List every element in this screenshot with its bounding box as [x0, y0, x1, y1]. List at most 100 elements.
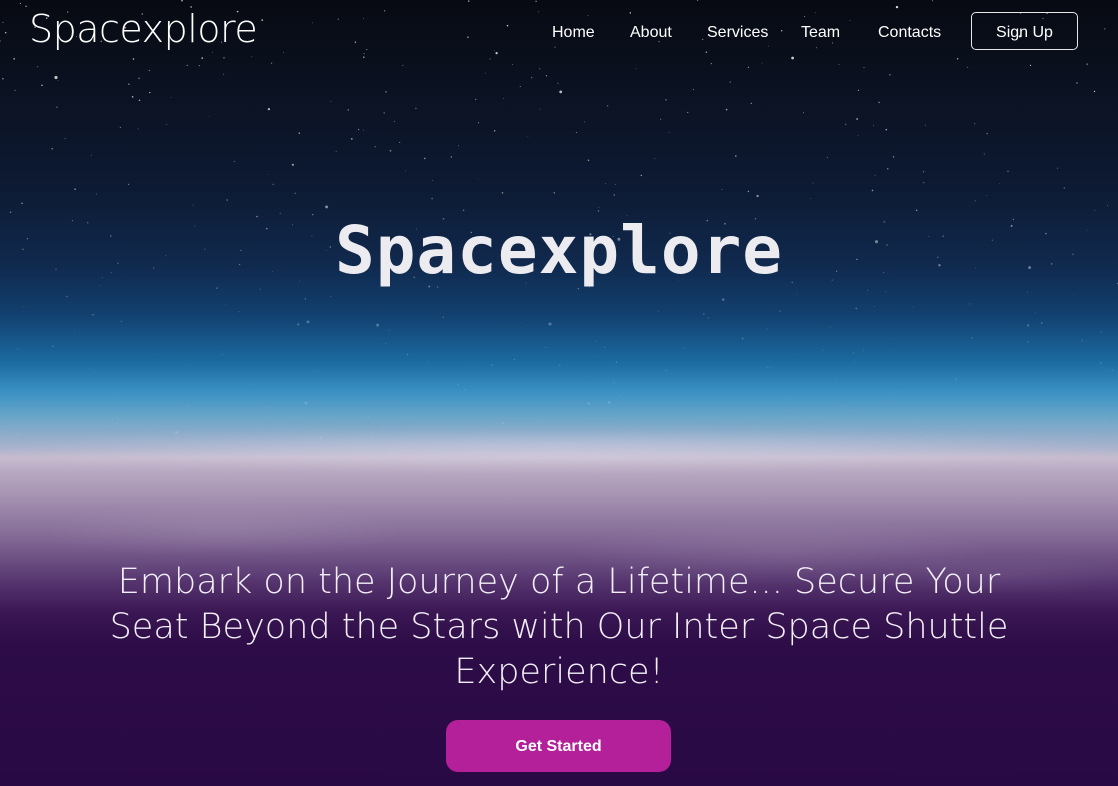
star [389, 149, 392, 152]
star [686, 358, 688, 359]
star [796, 293, 798, 295]
star [725, 108, 728, 111]
star [896, 389, 898, 392]
star [120, 320, 123, 323]
sign-up-button[interactable]: Sign Up [971, 12, 1078, 50]
nav-link-home[interactable]: Home [552, 22, 595, 44]
star [155, 354, 157, 356]
star [1076, 82, 1078, 84]
star [553, 192, 556, 194]
star [484, 72, 486, 74]
star [922, 171, 925, 173]
star [335, 150, 337, 152]
star [687, 111, 689, 113]
star [304, 297, 307, 300]
star [845, 123, 847, 125]
star [374, 146, 376, 148]
star [853, 361, 855, 363]
star [471, 361, 473, 363]
star [399, 141, 401, 143]
star [862, 349, 864, 351]
star [665, 369, 668, 372]
get-started-button[interactable]: Get Started [446, 720, 671, 772]
star [2, 78, 4, 80]
star [491, 364, 494, 366]
star [857, 89, 860, 91]
star [1007, 170, 1009, 172]
star [92, 314, 94, 316]
star [224, 304, 226, 306]
star [385, 343, 387, 345]
star [186, 404, 189, 406]
star [1027, 340, 1029, 343]
hero-title: Spacexplore [334, 212, 784, 289]
star [405, 170, 406, 172]
star [266, 406, 268, 409]
star [249, 384, 251, 385]
star [788, 409, 791, 412]
star [457, 383, 459, 386]
star [657, 311, 659, 312]
navbar: Spacexplore Home About Services Team Con… [0, 0, 1118, 66]
star [654, 157, 656, 159]
star [52, 345, 54, 347]
brand-logo[interactable]: Spacexplore [29, 6, 258, 52]
star [589, 376, 591, 377]
star [477, 122, 480, 124]
star [66, 295, 68, 298]
star [735, 155, 737, 157]
star [90, 367, 92, 370]
nav-link-services[interactable]: Services [707, 22, 768, 44]
star [598, 207, 600, 208]
star [383, 112, 385, 114]
star [683, 347, 685, 349]
star [385, 91, 387, 93]
star [503, 98, 504, 99]
star [423, 378, 424, 380]
star [1093, 90, 1096, 93]
star [779, 310, 781, 312]
star [291, 163, 294, 166]
star [999, 183, 1000, 184]
star [545, 346, 547, 348]
star [138, 77, 140, 79]
star [970, 337, 973, 339]
nav-link-about[interactable]: About [630, 22, 672, 44]
star [457, 145, 459, 147]
star [974, 200, 976, 202]
star [1081, 338, 1083, 340]
star [1073, 294, 1075, 296]
star [607, 105, 609, 107]
star [306, 320, 310, 324]
hero-tagline: Embark on the Journey of a Lifetime... S… [109, 562, 1009, 692]
nav-link-contacts[interactable]: Contacts [878, 22, 941, 44]
star [330, 100, 332, 102]
star [587, 159, 590, 162]
star [1081, 340, 1083, 342]
horizon-glow [0, 430, 1118, 470]
star [64, 138, 66, 140]
star [955, 378, 957, 381]
star [741, 337, 744, 340]
star [640, 174, 643, 177]
star [478, 178, 479, 180]
star [884, 291, 886, 293]
star [605, 182, 607, 184]
star [56, 106, 58, 108]
star [54, 75, 58, 80]
star [138, 99, 141, 102]
star [311, 370, 313, 372]
nav-link-team[interactable]: Team [801, 22, 840, 44]
star [1001, 348, 1003, 350]
star [756, 425, 758, 427]
star [886, 167, 889, 170]
star [901, 390, 903, 392]
star [894, 398, 896, 400]
star [812, 182, 814, 184]
star [432, 180, 433, 181]
star [856, 118, 858, 120]
star [545, 75, 548, 77]
star [1094, 209, 1096, 211]
star [852, 352, 855, 354]
star [31, 403, 33, 405]
